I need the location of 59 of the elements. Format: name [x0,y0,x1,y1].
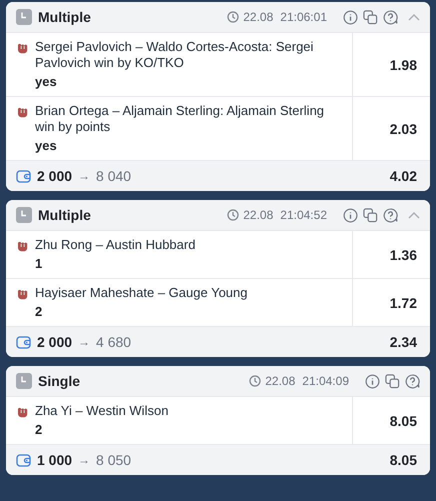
bet-time: 21:06:01 [280,10,327,24]
clock-icon [227,209,240,221]
total-odds: 2.34 [390,334,417,350]
wallet-icon [16,336,31,348]
clock-badge-icon [16,373,32,389]
payout-amount: 8 040 [96,168,132,184]
payout-amount: 8 050 [96,452,132,468]
arrow-icon: → [78,335,90,349]
stake-amount: 2 000 [37,168,72,184]
wallet-icon [16,170,31,182]
copy-icon[interactable] [363,208,378,222]
bet-pick: yes [35,138,57,153]
info-icon[interactable] [365,374,380,388]
stake-amount: 1 000 [37,452,72,468]
bet-pick: 2 [35,304,42,319]
help-icon[interactable] [383,208,398,222]
clock-icon [227,11,240,23]
odds: 2.03 [390,120,417,136]
payout-amount: 4 680 [96,334,132,350]
odds: 1.72 [390,294,417,310]
stake-amount: 2 000 [37,334,72,350]
event-name: Brian Ortega – Aljamain Sterling: Aljamain Sterling win by points [35,103,326,135]
event-name: Hayisaer Maheshate – Gauge Young [35,285,248,301]
clock-badge-icon [16,9,32,25]
info-icon[interactable] [343,208,358,222]
total-odds: 8.05 [390,452,417,468]
wallet-icon [16,454,31,466]
bet-time: 21:04:09 [302,374,349,388]
fist-icon [16,239,29,252]
odds: 8.05 [390,412,417,428]
bet-date: 22.08 [265,374,296,388]
total-odds: 4.02 [390,168,417,184]
bet-date: 22.08 [243,10,274,24]
event-name: Sergei Pavlovich – Waldo Cortes-Acosta: Sergei Pavlovich win by KO/TKO [35,39,314,71]
fist-icon [16,105,29,118]
fist-icon [16,41,29,54]
help-icon[interactable] [383,10,398,24]
odds: 1.98 [390,56,417,72]
arrow-icon: → [78,453,90,467]
clock-icon [249,375,262,387]
event-name: Zha Yi – Westin Wilson [35,403,168,419]
bet-type: Multiple [38,207,92,223]
bet-date: 22.08 [243,208,274,222]
bet-type: Multiple [38,9,92,25]
event-name: Zhu Rong – Austin Hubbard [35,237,196,253]
copy-icon[interactable] [385,374,400,388]
bet-type: Single [38,373,82,389]
fist-icon [16,287,29,300]
bet-pick: 2 [35,422,42,437]
bet-pick: yes [35,74,57,89]
fist-icon [16,405,29,418]
arrow-icon: → [78,169,90,183]
bet-time: 21:04:52 [280,208,327,222]
clock-badge-icon [16,207,32,223]
bet-pick: 1 [35,256,42,271]
odds: 1.36 [390,246,417,262]
help-icon[interactable] [405,374,420,388]
copy-icon[interactable] [363,10,378,24]
info-icon[interactable] [343,10,358,24]
